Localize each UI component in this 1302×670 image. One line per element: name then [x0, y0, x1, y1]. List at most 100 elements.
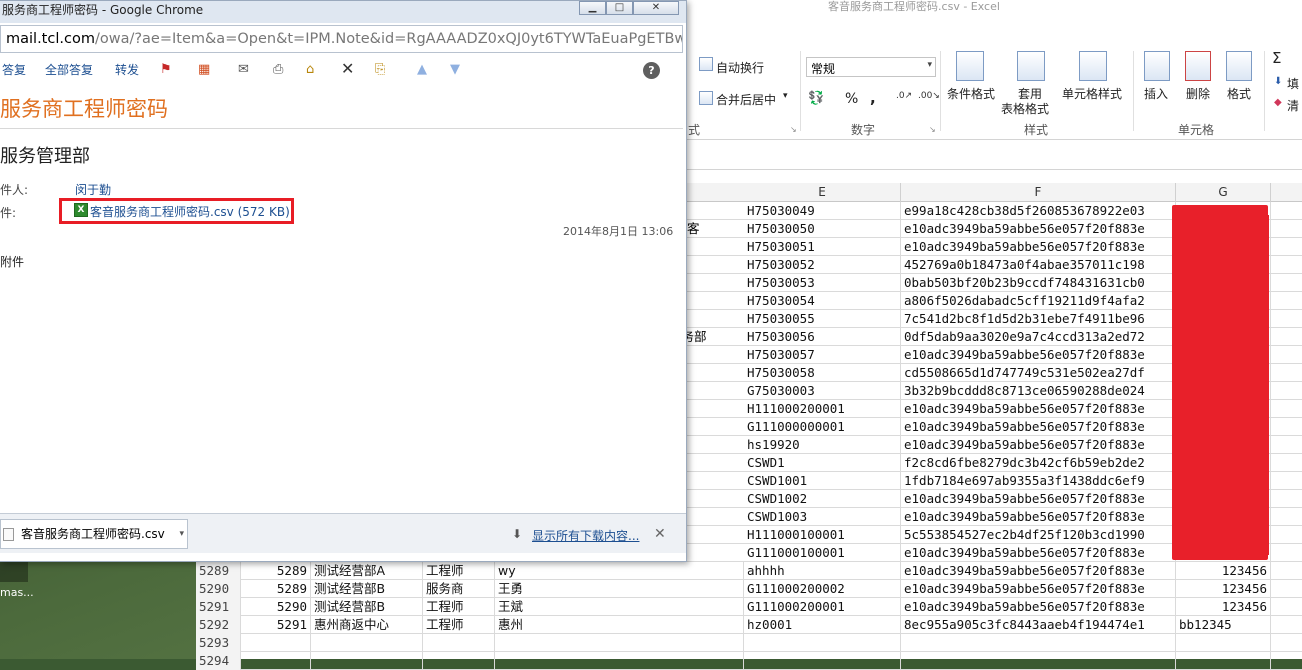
cell-e[interactable]: H75030056 [744, 328, 901, 346]
close-icon[interactable]: ✕ [633, 1, 679, 15]
cell-b[interactable] [311, 652, 423, 670]
delete-icon[interactable]: ✕ [341, 59, 354, 78]
cell-f[interactable]: e10adc3949ba59abbe56e057f20f883e [901, 580, 1176, 598]
cell-f[interactable]: a806f5026dabadc5cff19211d9f4afa2 [901, 292, 1176, 310]
attachment-link[interactable]: 客音服务商工程师密码.csv (572 KB) [90, 203, 290, 220]
merge-center-button[interactable]: 合并后居中 [716, 91, 776, 108]
decrease-decimal-icon[interactable]: .00↘ [918, 91, 940, 101]
format-button[interactable]: 格式 [1227, 85, 1251, 102]
row-header[interactable]: 5290 [196, 580, 241, 598]
reply-all-button[interactable]: 全部答复 [45, 61, 93, 78]
folder-icon[interactable]: ⌂ [306, 62, 314, 77]
percent-button[interactable]: % [845, 91, 858, 107]
cell-f[interactable]: e10adc3949ba59abbe56e057f20f883e [901, 598, 1176, 616]
cell-f[interactable]: e10adc3949ba59abbe56e057f20f883e [901, 436, 1176, 454]
cell-e[interactable]: H111000200001 [744, 400, 901, 418]
table-row[interactable]: 5289 5289 测试经营部A 工程师 wy ahhhh e10adc3949ba59ab… [196, 562, 1302, 580]
cell-f[interactable]: 8ec955a905c3fc8443aaeb4f194474e1 [901, 616, 1176, 634]
table-row[interactable]: 5290 5289 测试经营部B 服务商 王勇 G111000200002 e10adc39… [196, 580, 1302, 598]
cell-e[interactable]: G75030003 [744, 382, 901, 400]
cell-f[interactable]: 0df5dab9aa3020e9a7c4ccd313a2ed72 [901, 328, 1176, 346]
cell-d[interactable]: 王斌 [495, 598, 744, 616]
cell-f[interactable]: e10adc3949ba59abbe56e057f20f883e [901, 238, 1176, 256]
desktop-icon-label[interactable]: mas... [0, 586, 34, 599]
cell-f[interactable]: e10adc3949ba59abbe56e057f20f883e [901, 418, 1176, 436]
number-format-select[interactable]: 常规 ▾ [806, 57, 936, 77]
cell-a[interactable]: 5291 [241, 616, 311, 634]
cell-f[interactable]: e10adc3949ba59abbe56e057f20f883e [901, 220, 1176, 238]
cell-f[interactable]: 452769a0b18473a0f4abae357011c198 [901, 256, 1176, 274]
cell-f[interactable]: 3b32b9bcddd8c8713ce06590288de024 [901, 382, 1176, 400]
fill-button[interactable]: 填 [1287, 75, 1299, 92]
merge-dropdown-icon[interactable]: ▾ [783, 91, 788, 101]
print-icon[interactable]: ⎙ [273, 62, 283, 77]
cell-f[interactable]: e10adc3949ba59abbe56e057f20f883e [901, 346, 1176, 364]
cell-e[interactable]: CSWD1001 [744, 472, 901, 490]
clear-icon[interactable]: ◆ [1274, 97, 1282, 108]
row-header[interactable]: 5293 [196, 634, 241, 652]
download-item[interactable]: 客音服务商工程师密码.csv ▾ [0, 519, 188, 549]
cell-e[interactable]: ahhhh [744, 562, 901, 580]
cell-f[interactable] [901, 634, 1176, 652]
cell-e[interactable]: G111000100001 [744, 544, 901, 562]
cell-d[interactable] [495, 634, 744, 652]
row-header[interactable]: 5289 [196, 562, 241, 580]
column-header-e[interactable]: E [744, 183, 901, 202]
cell-b[interactable]: 测试经营部B [311, 598, 423, 616]
cell-c[interactable]: 工程师 [423, 616, 495, 634]
increase-decimal-icon[interactable]: .0↗ [896, 91, 912, 101]
cell-e[interactable]: H75030051 [744, 238, 901, 256]
cell-e[interactable]: H75030053 [744, 274, 901, 292]
cell-c[interactable] [423, 634, 495, 652]
currency-icon[interactable]: 💱 [808, 91, 824, 106]
cell-c[interactable] [423, 652, 495, 670]
cell-f[interactable]: f2c8cd6fbe8279dc3b42cf6b59eb2de2 [901, 454, 1176, 472]
cell-e[interactable]: H75030050 [744, 220, 901, 238]
recipient-name[interactable]: 闵于勤 [75, 181, 111, 198]
cell-e[interactable]: H111000100001 [744, 526, 901, 544]
number-launcher-icon[interactable]: ↘ [929, 125, 936, 134]
alignment-launcher-icon[interactable]: ↘ [790, 125, 797, 134]
cell-a[interactable]: 5289 [241, 580, 311, 598]
column-header-g[interactable]: G [1176, 183, 1271, 202]
cell-c[interactable]: 工程师 [423, 562, 495, 580]
row-header[interactable]: 5292 [196, 616, 241, 634]
cell-e[interactable]: H75030054 [744, 292, 901, 310]
cell-e[interactable]: CSWD1 [744, 454, 901, 472]
cell-g[interactable]: 123456 [1176, 562, 1271, 580]
cell-f[interactable]: 7c541d2bc8f1d5d2b31ebe7f4911be96 [901, 310, 1176, 328]
cell-f[interactable]: 5c553854527ec2b4df25f120b3cd1990 [901, 526, 1176, 544]
cell-g[interactable]: 123456 [1176, 580, 1271, 598]
cell-g[interactable] [1176, 634, 1271, 652]
autosum-icon[interactable]: Σ [1272, 49, 1281, 67]
forward-button[interactable]: 转发 [115, 61, 139, 78]
close-icon[interactable]: ✕ [654, 526, 666, 542]
cell-e[interactable]: G111000200002 [744, 580, 901, 598]
cell-e[interactable]: H75030055 [744, 310, 901, 328]
maximize-icon[interactable]: □ [606, 1, 633, 15]
cell-d[interactable]: 王勇 [495, 580, 744, 598]
wrap-text-button[interactable]: 自动换行 [716, 59, 764, 76]
cell-f[interactable]: 0bab503bf20b23b9ccdf748431631cb0 [901, 274, 1176, 292]
previous-item-icon[interactable]: ▲ [417, 62, 427, 77]
table-row[interactable]: 5292 5291 惠州商返中心 工程师 惠州 hz0001 8ec955a905c3fc8… [196, 616, 1302, 634]
insert-button[interactable]: 插入 [1144, 85, 1168, 102]
row-header[interactable]: 5291 [196, 598, 241, 616]
categories-icon[interactable]: ▦ [198, 62, 210, 77]
table-row[interactable]: 5294 [196, 652, 1302, 670]
cell-e[interactable]: G111000200001 [744, 598, 901, 616]
table-row[interactable]: 5291 5290 测试经营部B 工程师 王斌 G111000200001 e10adc39… [196, 598, 1302, 616]
cell-d[interactable]: wy [495, 562, 744, 580]
cell-f[interactable]: 1fdb7184e697ab9355a3f1438ddc6ef9 [901, 472, 1176, 490]
next-item-icon[interactable]: ▼ [450, 62, 460, 77]
desktop-icon[interactable] [0, 560, 28, 582]
cell-c[interactable]: 工程师 [423, 598, 495, 616]
help-icon[interactable]: ? [643, 62, 660, 79]
cell-b[interactable]: 测试经营部B [311, 580, 423, 598]
reply-button[interactable]: 答复 [2, 61, 26, 78]
cell-a[interactable] [241, 634, 311, 652]
cell-e[interactable]: hz0001 [744, 616, 901, 634]
cell-c[interactable]: 服务商 [423, 580, 495, 598]
cell-e[interactable] [744, 652, 901, 670]
cell-e[interactable]: H75030057 [744, 346, 901, 364]
